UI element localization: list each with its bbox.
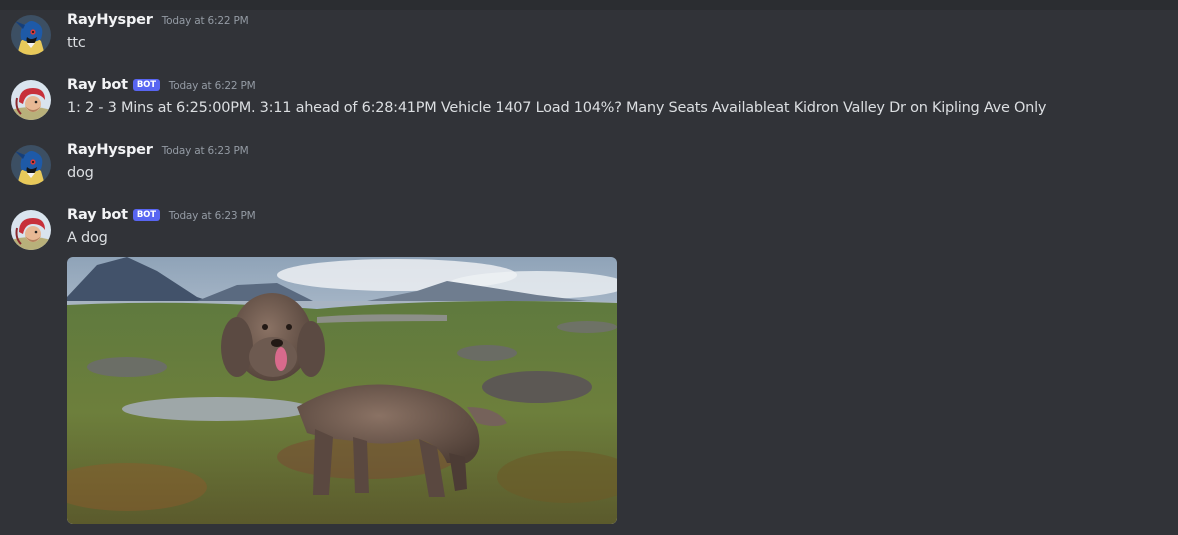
character-avatar-icon[interactable] — [11, 210, 51, 250]
author-name[interactable]: Ray bot — [67, 77, 128, 93]
bot-badge: BOT — [132, 79, 160, 91]
author-name[interactable]: RayHysper — [67, 12, 153, 28]
message-timestamp[interactable]: Today at 6:23 PM — [169, 210, 256, 222]
lucario-avatar-icon[interactable] — [11, 145, 51, 185]
top-divider-bar — [0, 0, 1178, 10]
character-avatar-icon[interactable] — [11, 80, 51, 120]
dog-photo-attachment[interactable] — [67, 257, 617, 524]
message-timestamp[interactable]: Today at 6:23 PM — [162, 145, 249, 157]
message-timestamp[interactable]: Today at 6:22 PM — [169, 80, 256, 92]
bot-badge: BOT — [132, 209, 160, 221]
author-name[interactable]: Ray bot — [67, 207, 128, 223]
message-text: 1: 2 - 3 Mins at 6:25:00PM. 3:11 ahead o… — [67, 100, 1047, 116]
message-text: dog — [67, 165, 94, 181]
author-name[interactable]: RayHysper — [67, 142, 153, 158]
message-text: ttc — [67, 35, 86, 51]
message-text: A dog — [67, 230, 108, 246]
message-timestamp[interactable]: Today at 6:22 PM — [162, 15, 249, 27]
lucario-avatar-icon[interactable] — [11, 15, 51, 55]
